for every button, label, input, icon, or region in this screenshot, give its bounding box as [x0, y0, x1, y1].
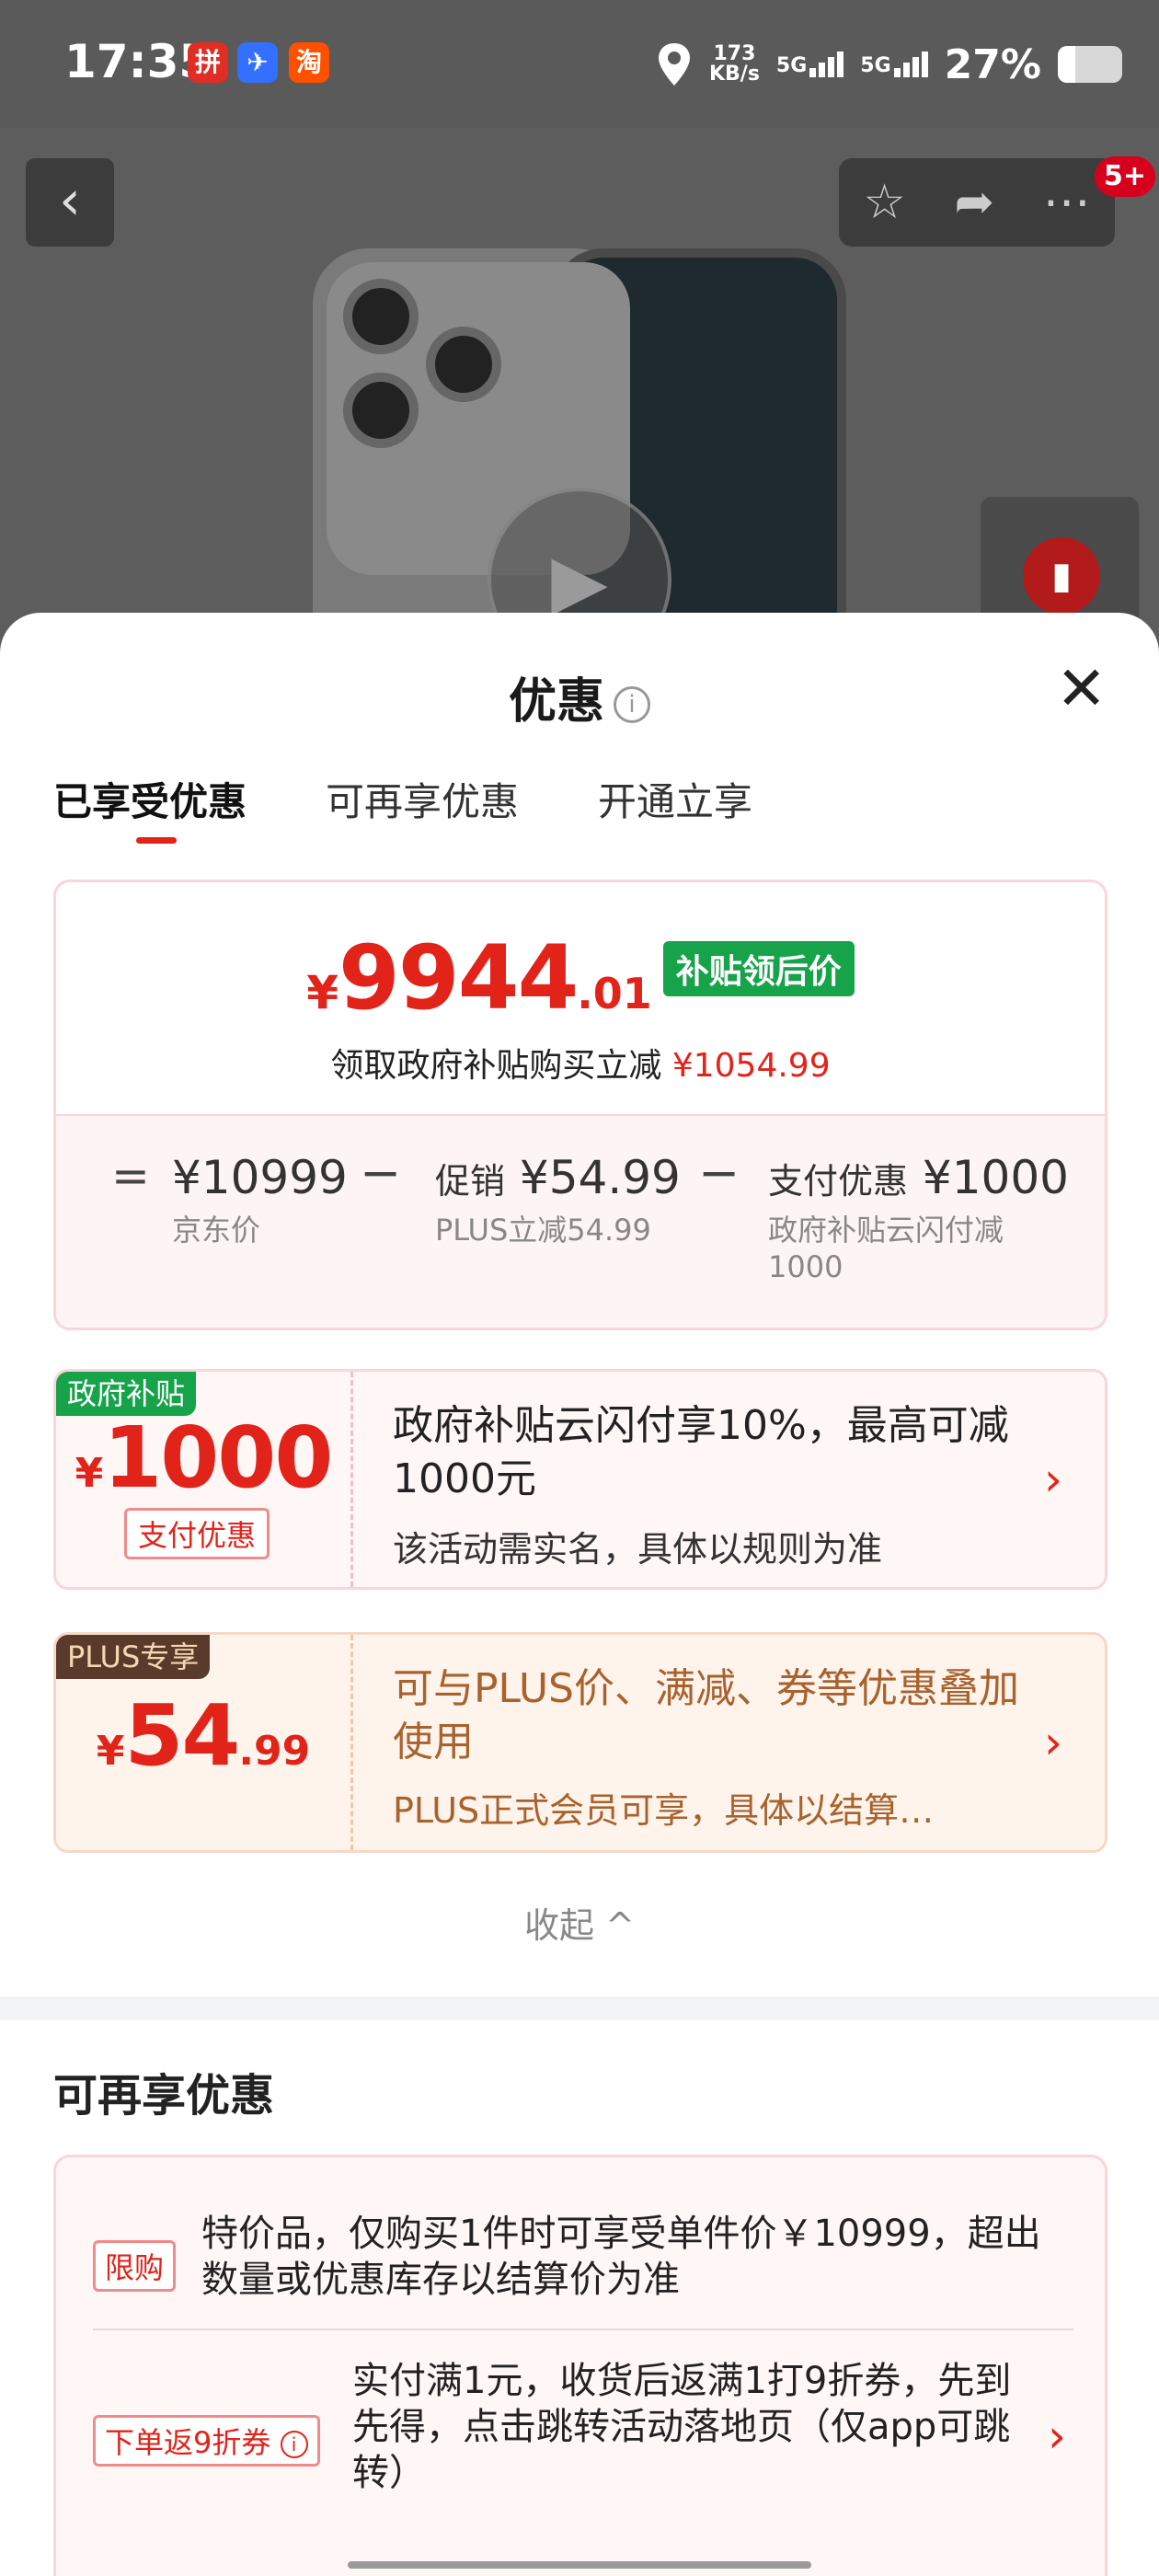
more-discounts-title: 可再享优惠 — [53, 2070, 275, 2122]
gov-subsidy-card[interactable]: 政府补贴 ¥1000 支付优惠 政府补贴云闪付享10%，最高可减1000元 该活… — [53, 1369, 1107, 1590]
message-badge: 5+ — [1095, 156, 1156, 197]
promo-discount: 促销 ¥54.99 PLUS立减54.99 — [435, 1151, 681, 1248]
more-discounts-list: 限购 特价品，仅购买1件时可享受单件价￥10999，超出数量或优惠库存以结算价为… — [53, 2155, 1107, 2576]
status-bar: 17:35 拼 ✈ 淘 173 KB/s 5G 5G 27% — [0, 0, 1159, 129]
signal-icon: 5G — [776, 52, 844, 77]
battery-percent: 27% — [944, 40, 1041, 88]
card-title: 可与PLUS价、满减、券等优惠叠加使用 — [393, 1665, 1019, 1765]
card-title: 政府补贴云闪付享10%，最高可减1000元 — [393, 1402, 1009, 1502]
close-icon[interactable]: ✕ — [1056, 659, 1107, 719]
battery-level — [1058, 46, 1075, 83]
list-item-text: 实付满1元，收货后返满1打9折券，先到先得，点击跳转活动落地页（仅app可跳转） — [352, 2360, 1012, 2494]
chevron-right-icon[interactable]: › — [1044, 1453, 1062, 1506]
location-icon — [658, 43, 690, 86]
net-speed: 173 KB/s — [708, 42, 760, 86]
final-price: ¥9944.01 补贴领后价 — [56, 926, 1105, 1029]
taobao-icon: 淘 — [289, 42, 329, 83]
home-indicator — [348, 2561, 811, 2569]
chart-icon: ▮ — [1023, 537, 1100, 615]
card-badge: PLUS专享 — [56, 1635, 211, 1679]
final-price-box: ¥9944.01 补贴领后价 领取政府补贴购买立减 ¥1054.99 = ¥109… — [53, 880, 1107, 1330]
more-icon[interactable]: ⋯ — [1043, 175, 1091, 230]
list-item-text: 特价品，仅购买1件时可享受单件价￥10999，超出数量或优惠库存以结算价为准 — [201, 2213, 1041, 2301]
subsidy-summary: 领取政府补贴购买立减 ¥1054.99 — [330, 1047, 831, 1085]
coupon-tag: 下单返9折券 i — [93, 2415, 320, 2467]
share-icon[interactable]: ➦ — [955, 175, 995, 230]
tab-more[interactable]: 可再享优惠 — [326, 771, 519, 827]
product-gallery: ▶ ‹ ☆ ➦ ⋯ 5+ ▮ — [0, 129, 1159, 644]
signal-icon: 5G — [860, 52, 928, 77]
tab-activate[interactable]: 开通立享 — [598, 771, 752, 827]
feishu-icon: ✈ — [237, 42, 278, 83]
subsidy-tag: 补贴领后价 — [662, 941, 855, 996]
chevron-right-icon[interactable]: › — [1048, 2409, 1066, 2463]
discount-sheet: 优惠 i ✕ 已享受优惠 可再享优惠 开通立享 ¥9944.01 补贴领后价 领取政… — [0, 613, 1159, 2576]
card-chip: 支付优惠 — [124, 1508, 270, 1559]
tab-enjoyed[interactable]: 已享受优惠 — [53, 771, 247, 844]
section-divider — [0, 1996, 1159, 2020]
discount-tabs: 已享受优惠 可再享优惠 开通立享 — [53, 771, 752, 844]
sheet-title: 优惠 i — [0, 662, 1159, 731]
status-right: 173 KB/s 5G 5G 27% — [656, 37, 1122, 92]
pinduoduo-icon: 拼 — [188, 42, 228, 83]
list-item[interactable]: 下单返9折券 i 实付满1元，收货后返满1打9折券，先到先得，点击跳转活动落地页… — [93, 2358, 1073, 2542]
top-actions: ☆ ➦ ⋯ — [839, 158, 1115, 247]
payment-discount: 支付优惠 ¥1000 政府补贴云闪付减 1000 — [768, 1151, 1069, 1284]
chevron-right-icon[interactable]: › — [1044, 1716, 1062, 1769]
star-icon[interactable]: ☆ — [863, 175, 906, 230]
price-breakdown: = ¥10999 京东价 − 促销 ¥54.99 PLUS立减54.99 − 支… — [56, 1116, 1105, 1328]
list-item: 限购 特价品，仅购买1件时可享受单件价￥10999，超出数量或优惠库存以结算价为… — [93, 2194, 1073, 2330]
battery-icon — [1058, 46, 1122, 83]
collapse-button[interactable]: 收起 ^ — [0, 1897, 1159, 1948]
card-desc: PLUS正式会员可享，具体以结算… — [393, 1790, 935, 1831]
info-icon[interactable]: i — [280, 2431, 308, 2458]
limit-tag: 限购 — [93, 2240, 177, 2292]
info-icon[interactable]: i — [614, 686, 650, 723]
jd-price: ¥10999 京东价 — [172, 1151, 348, 1248]
card-amount: ¥1000 — [75, 1409, 334, 1507]
card-desc: 该活动需实名，具体以规则为准 — [393, 1529, 883, 1570]
back-button[interactable]: ‹ — [26, 158, 114, 247]
card-amount: ¥54.99 — [96, 1686, 311, 1785]
plus-exclusive-card[interactable]: PLUS专享 ¥54.99 可与PLUS价、满减、券等优惠叠加使用 PLUS正式… — [53, 1632, 1107, 1853]
